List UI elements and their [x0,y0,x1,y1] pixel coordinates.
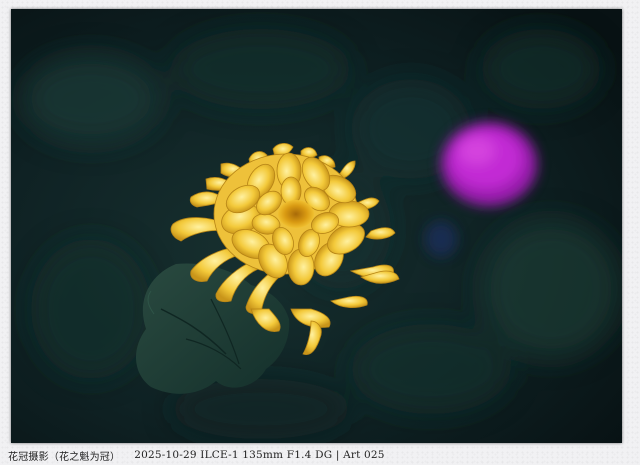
photo-caption: 花冠摄影（花之魁为冠） 2025-10-29 ILCE-1 135mm F1.4… [8,447,632,463]
caption-meta: 2025-10-29 ILCE-1 135mm F1.4 DG | Art 02… [134,449,385,461]
magenta-bokeh [441,122,537,206]
caption-author: 花冠摄影（花之魁为冠） [8,451,121,463]
blue-bokeh [425,221,457,257]
chrysanthemum-photo [11,9,622,443]
photo [11,9,622,443]
